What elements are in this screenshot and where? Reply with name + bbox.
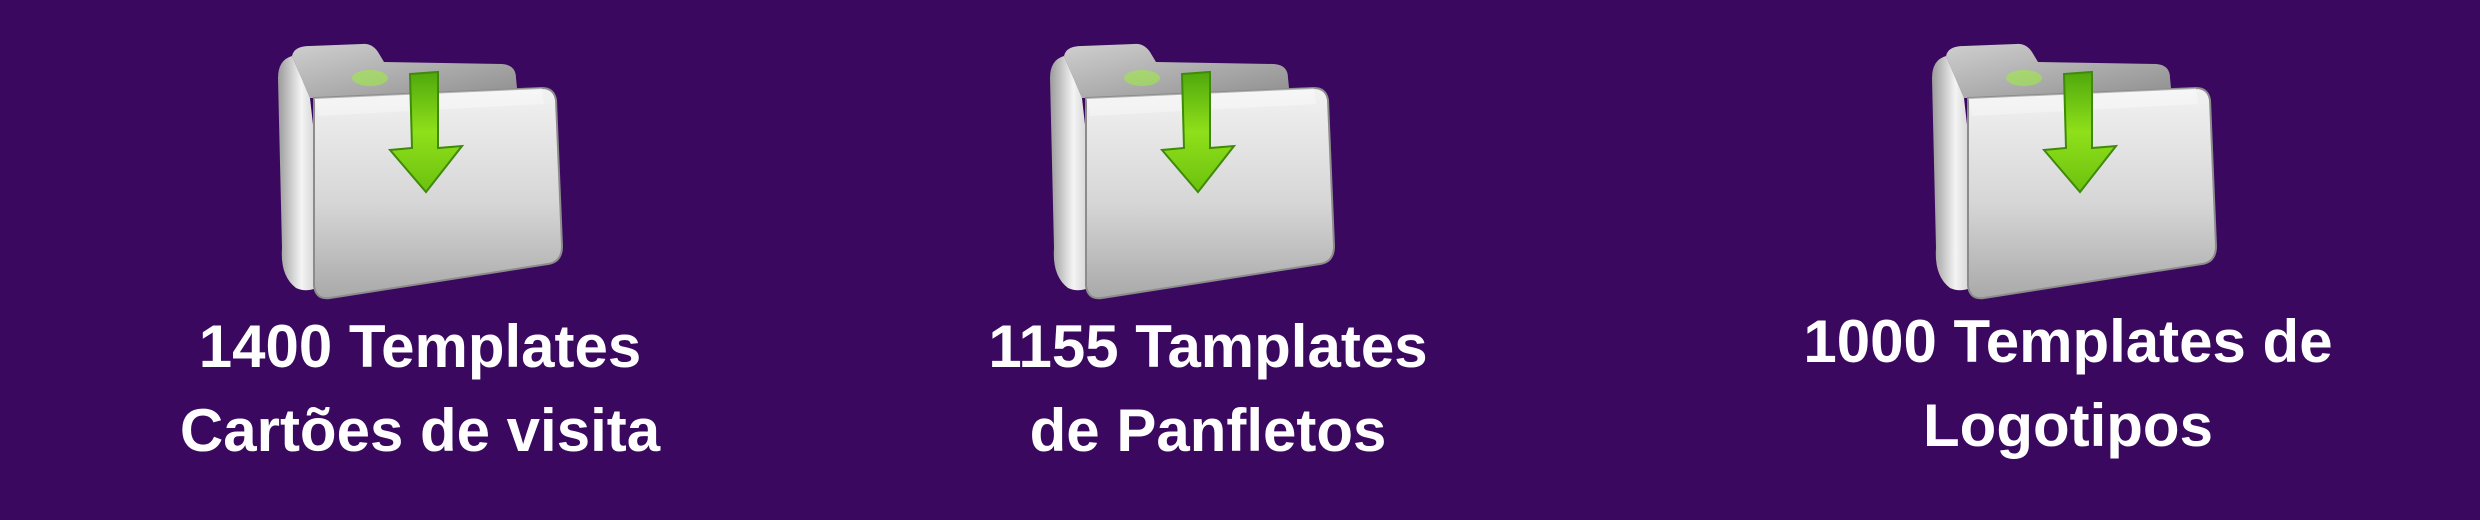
download-folder-icon[interactable] — [1924, 38, 2224, 308]
card-title: 1000 Templates de Logotipos — [1758, 300, 2378, 468]
card-title: 1155 Tamplates de Panfletos — [898, 305, 1518, 473]
download-card-logos: 1000 Templates de Logotipos — [1758, 0, 2378, 520]
card-title-line-2: de Panfletos — [1029, 397, 1387, 464]
card-title-line-1: 1155 Tamplates — [988, 313, 1428, 380]
card-title-line-1: 1000 Templates de — [1803, 308, 2333, 375]
download-card-business-cards: 1400 Templates Cartões de visita — [110, 0, 730, 520]
download-folder-icon[interactable] — [270, 38, 570, 308]
card-title-line-2: Logotipos — [1923, 392, 2213, 459]
card-title-line-2: Cartões de visita — [179, 397, 661, 464]
download-card-flyers: 1155 Tamplates de Panfletos — [898, 0, 1518, 520]
card-title: 1400 Templates Cartões de visita — [110, 305, 730, 473]
download-folder-icon[interactable] — [1042, 38, 1342, 308]
downloads-banner: 1400 Templates Cartões de visita 1155 Ta… — [0, 0, 2480, 520]
card-title-line-1: 1400 Templates — [198, 313, 642, 380]
